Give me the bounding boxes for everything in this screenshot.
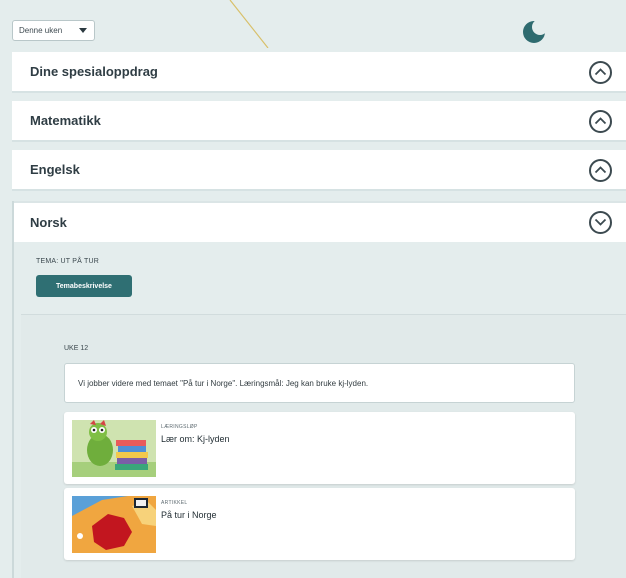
item-kind: ARTIKKEL xyxy=(161,500,188,506)
subject-accordion-engelsk[interactable]: Engelsk xyxy=(12,150,626,191)
week-note: Vi jobber videre med temaet "På tur i No… xyxy=(64,363,575,403)
week-filter-value: Denne uken xyxy=(19,26,63,35)
dragon-books-thumbnail xyxy=(72,420,156,477)
chevron-down-icon[interactable] xyxy=(589,211,612,234)
theme-label: TEMA: UT PÅ TUR xyxy=(36,258,100,265)
item-kind: LÆRINGSLØP xyxy=(161,424,198,430)
chevron-up-icon[interactable] xyxy=(589,159,612,182)
week-panel: UKE 12 Vi jobber videre med temaet "På t… xyxy=(21,314,626,578)
theme-description-button[interactable]: Temabeskrivelse xyxy=(36,275,132,297)
chevron-up-icon[interactable] xyxy=(589,61,612,84)
item-title[interactable]: På tur i Norge xyxy=(161,510,217,520)
subject-title: Engelsk xyxy=(30,162,80,177)
norway-map-thumbnail xyxy=(72,496,156,553)
item-title[interactable]: Lær om: Kj-lyden xyxy=(161,434,230,444)
week-note-text: Vi jobber videre med temaet "På tur i No… xyxy=(78,378,369,388)
article-card[interactable]: ARTIKKEL På tur i Norge xyxy=(64,488,575,560)
subject-section-norsk: Norsk TEMA: UT PÅ TUR Temabeskrivelse UK… xyxy=(12,201,626,578)
top-bar: Denne uken xyxy=(0,0,626,48)
chevron-down-icon xyxy=(79,28,87,33)
week-label: UKE 12 xyxy=(64,345,89,352)
subject-accordion-special[interactable]: Dine spesialoppdrag xyxy=(12,52,626,93)
chevron-up-icon[interactable] xyxy=(589,110,612,133)
subject-accordion-norsk[interactable]: Norsk xyxy=(14,201,626,242)
week-filter-select[interactable]: Denne uken xyxy=(12,20,95,41)
moon-icon[interactable] xyxy=(520,18,548,46)
subject-title: Matematikk xyxy=(30,113,101,128)
subject-accordion-matematikk[interactable]: Matematikk xyxy=(12,101,626,142)
subject-title: Norsk xyxy=(30,215,67,230)
subject-title: Dine spesialoppdrag xyxy=(30,64,158,79)
learning-path-card[interactable]: LÆRINGSLØP Lær om: Kj-lyden xyxy=(64,412,575,484)
